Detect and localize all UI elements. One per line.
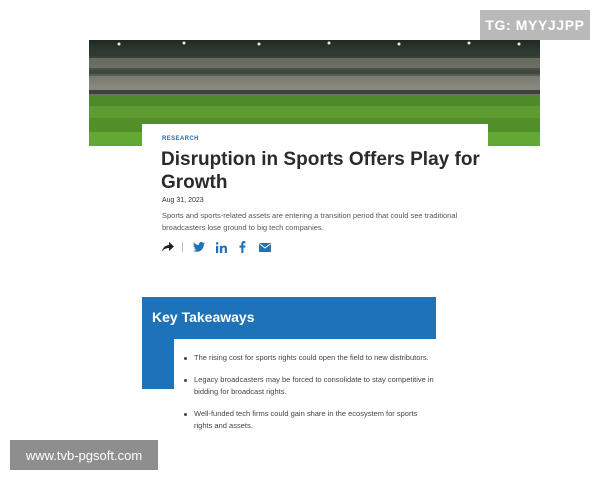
list-item: Legacy broadcasters may be forced to con… [184, 374, 434, 398]
email-button[interactable] [259, 240, 271, 254]
facebook-icon [239, 241, 246, 253]
facebook-button[interactable] [239, 240, 246, 254]
article-date: Aug 31, 2023 [162, 197, 204, 204]
key-takeaways-list: The rising cost for sports rights could … [184, 352, 434, 442]
watermark-bottom: www.tvb-pgsoft.com [10, 440, 158, 470]
twitter-button[interactable] [193, 240, 205, 254]
email-icon [259, 242, 271, 252]
linkedin-button[interactable] [216, 240, 227, 254]
article-title: Disruption in Sports Offers Play for Gro… [161, 149, 480, 193]
article-card: RESEARCH Disruption in Sports Offers Pla… [142, 124, 488, 264]
list-item: The rising cost for sports rights could … [184, 352, 434, 364]
share-bar [162, 240, 271, 254]
linkedin-icon [216, 241, 227, 253]
share-button[interactable] [162, 240, 174, 254]
list-item: Well-funded tech firms could gain share … [184, 408, 434, 432]
key-takeaways-accent [142, 339, 174, 389]
article-summary: Sports and sports-related assets are ent… [162, 211, 458, 232]
share-icon [162, 242, 174, 252]
watermark-top: TG: MYYJJPP [480, 10, 590, 40]
article-category[interactable]: RESEARCH [162, 136, 199, 142]
key-takeaways-title: Key Takeaways [152, 309, 255, 325]
share-separator [182, 242, 183, 252]
twitter-icon [193, 242, 205, 252]
